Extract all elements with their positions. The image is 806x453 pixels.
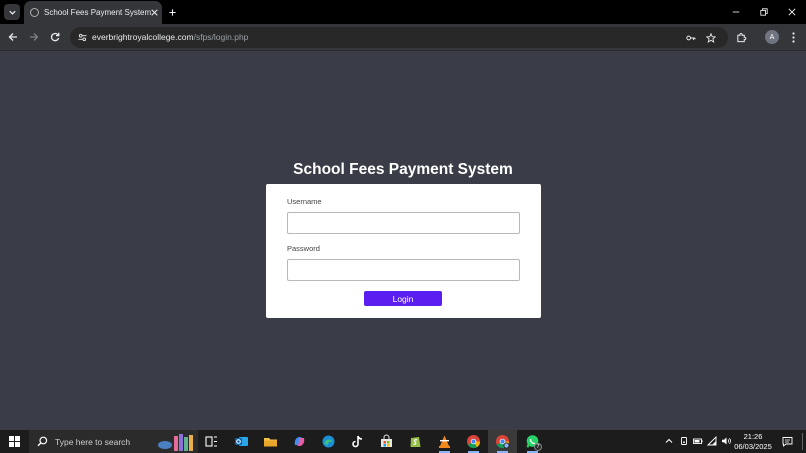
back-button[interactable] [6,30,20,44]
close-icon [151,9,158,16]
volume-button[interactable] [720,435,732,447]
profile-avatar[interactable]: A [765,30,779,44]
search-icon [37,436,48,447]
tune-icon [77,33,87,41]
minimize-icon [732,11,740,13]
arrow-right-icon [30,33,39,41]
chevron-up-icon [665,438,673,443]
restore-icon [760,8,768,16]
bookmark-button[interactable] [704,31,717,44]
more-vertical-icon [791,31,795,43]
tray-device-button[interactable] [678,435,690,447]
device-icon [681,437,687,445]
file-explorer-icon [264,438,277,447]
tab-title: School Fees Payment System [44,8,152,17]
books-icon [158,434,193,451]
vlc-app[interactable] [430,430,459,453]
minimize-button[interactable] [722,0,750,24]
reload-button[interactable] [48,30,62,44]
login-form: Username Password Login [266,184,541,318]
chrome-profile-icon [496,435,510,449]
notification-icon [782,437,792,447]
star-icon [705,32,716,43]
battery-icon [693,438,703,444]
shopify-app[interactable] [401,430,430,453]
wifi-icon [707,436,717,446]
new-tab-button[interactable] [165,5,179,19]
password-key-button[interactable] [684,31,697,44]
key-icon [685,35,695,40]
clock-date: 06/03/2025 [734,441,772,451]
username-input[interactable] [287,212,520,234]
notifications-button[interactable] [780,435,794,448]
login-button[interactable]: Login [364,291,442,306]
copilot-app[interactable] [285,430,314,453]
windows-taskbar: Type here to search 7 21:26 06/03/2025 [0,430,806,453]
taskbar-search-placeholder: Type here to search [55,436,131,447]
browser-tabstrip: School Fees Payment System [0,0,806,24]
task-view-icon [205,436,217,447]
password-input[interactable] [287,259,520,281]
close-window-button[interactable] [778,0,806,24]
whatsapp-app[interactable]: 7 [518,430,547,453]
globe-icon [30,8,39,17]
tiktok-app[interactable] [343,430,372,453]
microsoft-store-app[interactable] [372,430,401,453]
chrome-icon [467,435,481,449]
taskbar-clock[interactable]: 21:26 06/03/2025 [734,432,772,451]
url-host: everbrightroyalcollege.com [92,32,194,42]
forward-button[interactable] [27,30,41,44]
address-url: everbrightroyalcollege.com/sfps/login.ph… [92,32,248,42]
clock-time: 21:26 [743,432,763,441]
browser-menu-button[interactable] [787,30,799,44]
edge-app[interactable] [314,430,343,453]
windows-logo-icon [9,436,20,447]
address-bar[interactable]: everbrightroyalcollege.com/sfps/login.ph… [70,27,728,48]
page-viewport: School Fees Payment System Username Pass… [0,51,806,430]
page-title: School Fees Payment System [293,161,513,178]
password-label: Password [287,244,320,253]
puzzle-icon [736,32,746,42]
show-desktop-button[interactable] [802,433,803,450]
shopify-icon [410,437,421,447]
vlc-icon [439,435,450,448]
chrome-profile-app[interactable] [488,430,517,453]
site-info-button[interactable] [76,31,88,43]
arrow-left-icon [8,33,17,41]
window-controls [722,0,806,24]
plus-icon [168,8,176,16]
chevron-down-icon [8,10,16,15]
network-button[interactable] [706,435,718,447]
edge-icon [322,435,335,448]
show-hidden-icons-button[interactable] [663,435,675,447]
tab-search-button[interactable] [4,4,20,20]
file-explorer-app[interactable] [256,430,285,453]
outlook-icon [235,437,248,446]
tab-close-button[interactable] [151,7,158,19]
url-path: /sfps/login.php [193,32,249,42]
browser-tab-active[interactable]: School Fees Payment System [24,1,162,24]
tiktok-icon [352,435,363,448]
outlook-app[interactable] [227,430,256,453]
close-icon [788,8,796,16]
copilot-icon [294,437,305,446]
chrome-app[interactable] [459,430,488,453]
browser-toolbar: everbrightroyalcollege.com/sfps/login.ph… [0,24,806,51]
microsoft-store-icon [381,434,392,447]
restore-button[interactable] [750,0,778,24]
reload-icon [50,32,60,42]
battery-button[interactable] [692,435,704,447]
whatsapp-unread-badge: 7 [534,443,542,451]
start-button[interactable] [0,430,29,453]
speaker-icon [722,437,731,445]
task-view-button[interactable] [197,430,226,453]
username-label: Username [287,197,322,206]
extensions-button[interactable] [734,30,748,44]
